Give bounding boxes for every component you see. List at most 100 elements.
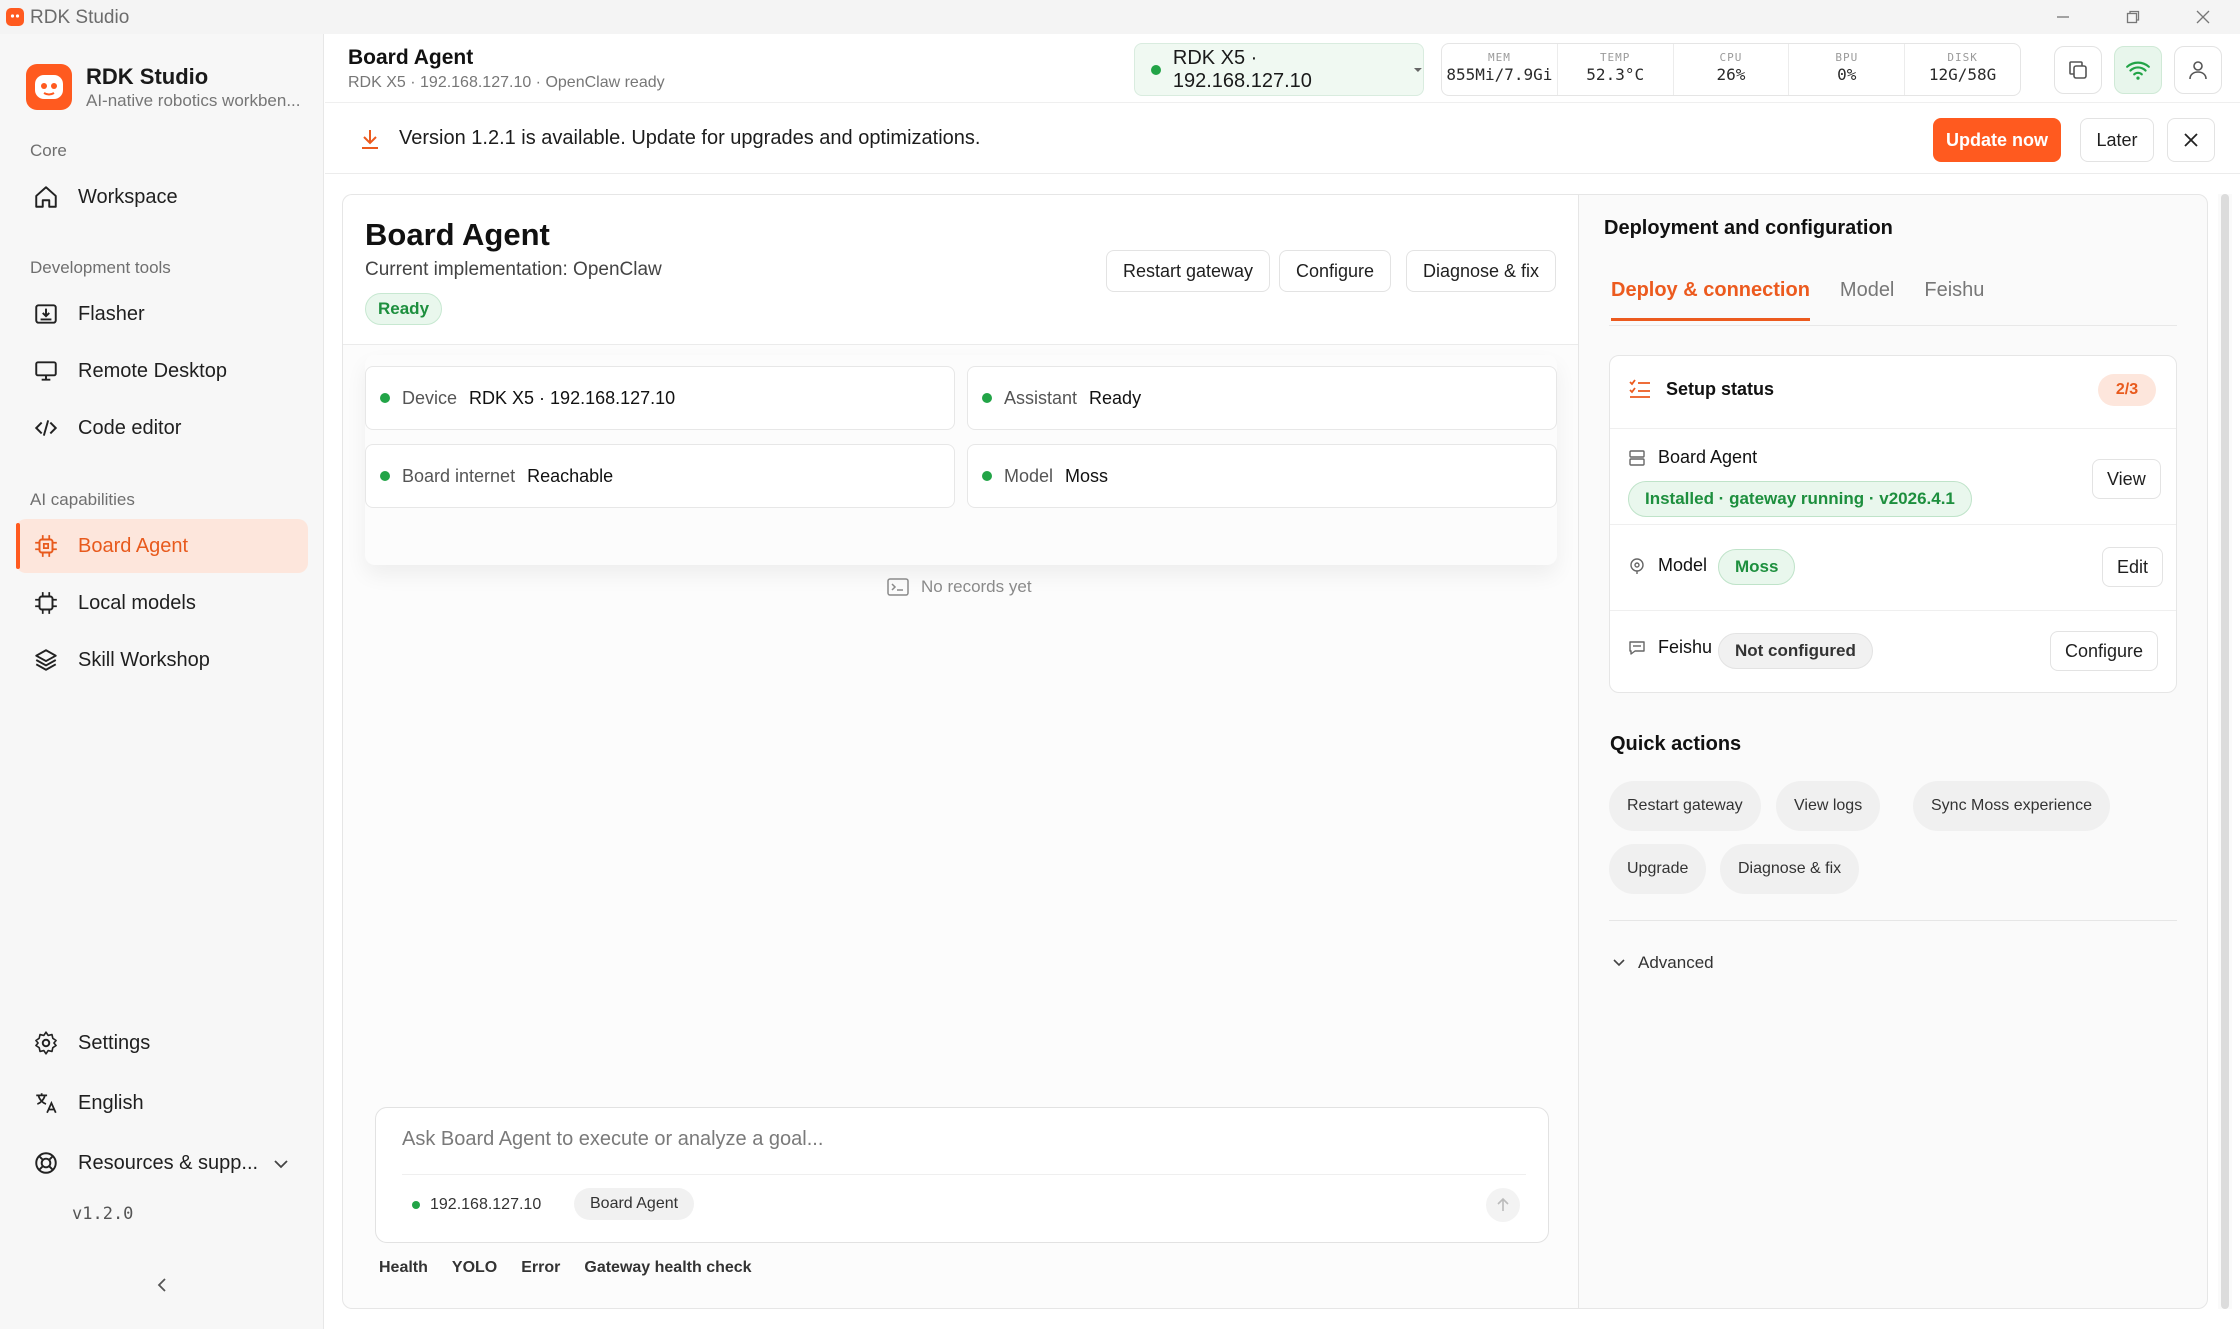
stat-key: MEM [1487, 51, 1511, 64]
wifi-icon [2126, 61, 2150, 80]
scrollbar[interactable] [2218, 194, 2232, 1309]
tab-feishu[interactable]: Feishu [1924, 279, 1984, 321]
brand-subtitle: AI-native robotics workben... [86, 91, 301, 110]
layers-icon [35, 649, 57, 671]
status-dot [380, 393, 390, 403]
sidebar-item-code-editor[interactable]: Code editor [16, 401, 308, 455]
row-label: Feishu [1628, 637, 1712, 658]
send-button[interactable] [1486, 1188, 1520, 1222]
restore-button[interactable] [2098, 0, 2168, 34]
server-icon [1629, 449, 1645, 466]
quick-link-health[interactable]: Health [379, 1259, 428, 1277]
edit-button[interactable]: Edit [2102, 547, 2164, 587]
close-window-button[interactable] [2168, 0, 2238, 34]
quick-link-error[interactable]: Error [521, 1259, 560, 1277]
configure-button[interactable]: Configure [1279, 250, 1392, 292]
gear-icon [35, 1031, 57, 1055]
minimize-button[interactable] [2028, 0, 2098, 34]
agent-chip[interactable]: Board Agent [574, 1188, 695, 1220]
prompt-input[interactable]: Ask Board Agent to execute or analyze a … [402, 1128, 823, 1151]
sidebar-item-remote-desktop[interactable]: Remote Desktop [16, 344, 308, 398]
tab-deploy-connection[interactable]: Deploy & connection [1611, 279, 1810, 321]
status-key: Assistant [1004, 387, 1078, 408]
row-label-text: Feishu [1658, 637, 1713, 657]
sidebar-item-label: Workspace [78, 185, 178, 208]
quick-action-upgrade[interactable]: Upgrade [1609, 844, 1707, 894]
section-core: Core [30, 141, 67, 160]
later-button[interactable]: Later [2080, 118, 2154, 162]
config-panel-title: Deployment and configuration [1604, 217, 1893, 239]
config-panel: Deployment and configuration Deploy & co… [1578, 194, 2208, 1309]
quick-link-yolo[interactable]: YOLO [452, 1259, 497, 1277]
quick-action-restart-gateway[interactable]: Restart gateway [1609, 781, 1761, 831]
tab-model[interactable]: Model [1840, 279, 1894, 321]
status-card-internet: Board internet Reachable [365, 444, 955, 508]
quick-link-gateway-health[interactable]: Gateway health check [584, 1259, 751, 1277]
app-version: v1.2.0 [72, 1204, 134, 1224]
update-message: Version 1.2.1 is available. Update for u… [399, 127, 981, 149]
configure-feishu-button[interactable]: Configure [2050, 631, 2159, 671]
stat-value: 0% [1837, 65, 1857, 84]
account-button[interactable] [2174, 46, 2222, 94]
caret-down-icon [1414, 67, 1423, 72]
device-selector[interactable]: RDK X5 · 192.168.127.10 [1134, 43, 1424, 96]
cpu-icon [35, 592, 57, 614]
restore-icon [2126, 10, 2140, 24]
device-selector-label: RDK X5 · 192.168.127.10 [1172, 46, 1312, 92]
chevron-down-icon [274, 1160, 288, 1169]
setup-count-badge: 2/3 [2098, 374, 2156, 406]
quick-action-sync-moss[interactable]: Sync Moss experience [1913, 781, 2110, 831]
copy-icon [2069, 61, 2087, 79]
row-label: Model [1628, 555, 1707, 576]
row-label-text: Model [1658, 555, 1708, 575]
lifebuoy-icon [35, 1152, 57, 1174]
stat-bpu: BPU 0% [1789, 44, 1906, 95]
update-now-button[interactable]: Update now [1933, 118, 2061, 162]
main-panel: Board Agent Current implementation: Open… [342, 194, 1579, 1309]
sidebar-item-settings[interactable]: Settings [16, 1016, 308, 1070]
sidebar-item-label: Settings [78, 1031, 151, 1054]
diagnose-fix-button[interactable]: Diagnose & fix [1406, 250, 1557, 292]
sidebar-item-skill-workshop[interactable]: Skill Workshop [16, 633, 308, 687]
setup-row-feishu: Feishu Not configured Configure [1610, 610, 2176, 692]
sidebar-item-workspace[interactable]: Workspace [16, 170, 308, 224]
arrow-up-icon [1497, 1197, 1509, 1211]
divider [1609, 920, 2177, 921]
setup-status-header: Setup status [1628, 378, 1774, 400]
status-value: Moss [1065, 465, 1109, 486]
status-dot [982, 471, 992, 481]
status-card-device: Device RDK X5 · 192.168.127.10 [365, 366, 955, 430]
sidebar-item-label: Resources & supp... [78, 1151, 259, 1174]
status-key: Board internet [402, 465, 516, 486]
setup-row-board-agent: Board Agent Installed · gateway running … [1610, 428, 2176, 524]
agent-header: Board Agent Current implementation: Open… [343, 195, 1579, 345]
quick-links: Health YOLO Error Gateway health check [379, 1259, 776, 1277]
sidebar-item-language[interactable]: English [16, 1076, 308, 1130]
advanced-toggle[interactable]: Advanced [1612, 953, 1714, 973]
quick-action-view-logs[interactable]: View logs [1776, 781, 1881, 831]
dismiss-banner-button[interactable] [2167, 118, 2215, 162]
view-button[interactable]: View [2092, 459, 2161, 499]
sidebar-item-board-agent[interactable]: Board Agent [16, 519, 308, 573]
quick-action-diagnose-fix[interactable]: Diagnose & fix [1720, 844, 1860, 894]
status-dot [380, 471, 390, 481]
system-stats: MEM 855Mi/7.9Gi TEMP 52.3°C CPU 26% BPU 0% D… [1441, 43, 2021, 96]
sidebar-item-flasher[interactable]: Flasher [16, 287, 308, 341]
stat-value: 52.3°C [1586, 65, 1645, 84]
flasher-icon [35, 304, 57, 324]
terminal-icon [887, 578, 909, 596]
download-icon [362, 130, 378, 149]
monitor-icon [35, 361, 57, 381]
stat-key: TEMP [1599, 51, 1631, 64]
copy-button[interactable] [2054, 46, 2102, 94]
wifi-button[interactable] [2114, 46, 2162, 94]
restart-gateway-button[interactable]: Restart gateway [1106, 250, 1271, 292]
sidebar-item-local-models[interactable]: Local models [16, 576, 308, 630]
stat-key: DISK [1947, 51, 1978, 64]
app-logo-icon [6, 8, 24, 26]
collapse-sidebar-button[interactable] [150, 1272, 176, 1298]
target-ip: 192.168.127.10 [412, 1196, 541, 1214]
sidebar-item-resources[interactable]: Resources & supp... [16, 1136, 308, 1190]
stat-value: 12G/58G [1928, 65, 1997, 84]
scrollbar-thumb[interactable] [2221, 194, 2229, 1309]
